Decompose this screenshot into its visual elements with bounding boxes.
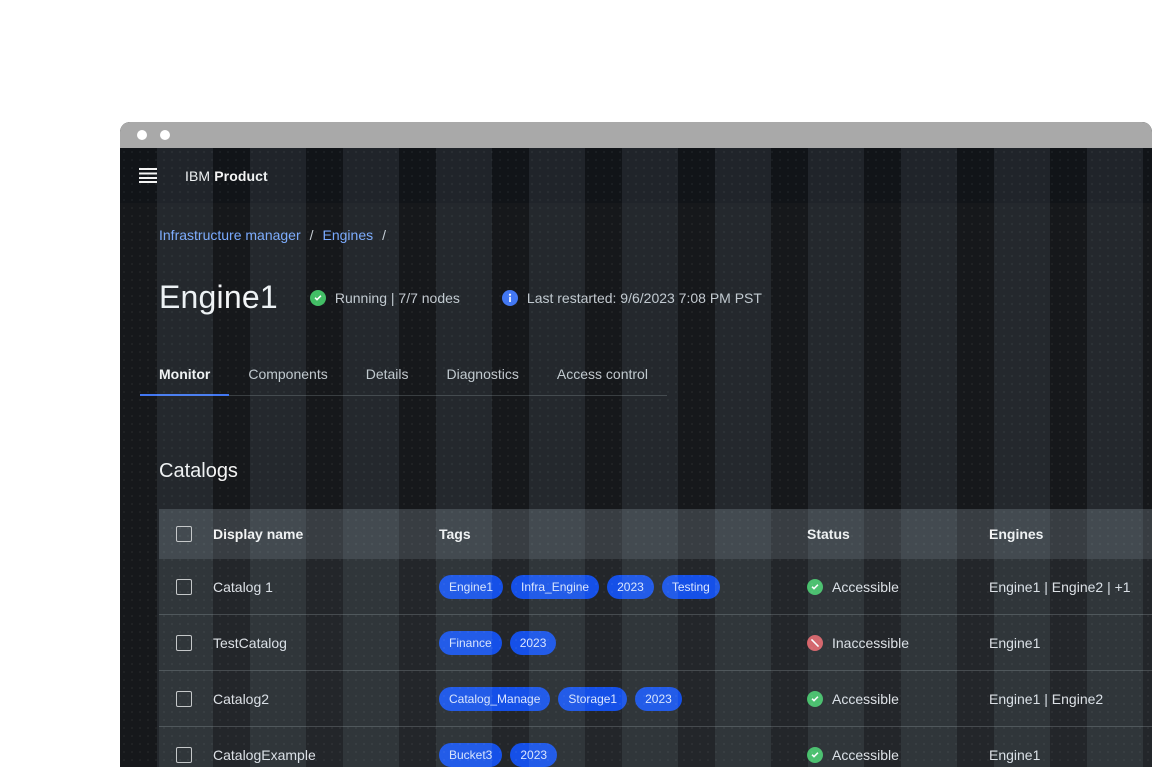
row-checkbox[interactable] xyxy=(176,690,192,707)
screenshot-canvas: IBM Product Infrastructure manager / Eng… xyxy=(0,0,1152,767)
app-brand: IBM Product xyxy=(185,168,268,184)
cell-display-name: Catalog 1 xyxy=(213,578,273,595)
cell-display-name: Catalog2 xyxy=(213,690,270,707)
table-row[interactable]: Catalog2 Catalog_Manage Storage1 2023 Ac… xyxy=(159,671,1152,727)
tag[interactable]: Storage1 xyxy=(558,686,628,711)
status-icon xyxy=(807,690,823,707)
app-header: IBM Product xyxy=(120,148,1152,203)
page-status-group: Running | 7/7 nodes Last restarted: 9/6/… xyxy=(309,289,762,306)
running-status: Running | 7/7 nodes xyxy=(309,289,460,306)
row-checkbox[interactable] xyxy=(176,634,192,651)
breadcrumb-item-engines[interactable]: Engines xyxy=(323,227,374,243)
status-label: Accessible xyxy=(832,578,899,595)
tag[interactable]: Bucket3 xyxy=(439,742,503,767)
cell-status: Inaccessible xyxy=(807,634,989,651)
status-icon xyxy=(807,634,823,651)
window-titlebar xyxy=(120,122,1152,148)
table-header-row: Display name Tags Status Engines xyxy=(159,509,1152,559)
last-restarted-label: Last restarted: 9/6/2023 7:08 PM PST xyxy=(526,289,762,306)
column-header-status[interactable]: Status xyxy=(807,526,989,542)
checkmark-filled-icon xyxy=(309,289,326,306)
catalogs-table: Display name Tags Status Engines Catalog… xyxy=(159,509,1152,767)
tab-monitor[interactable]: Monitor xyxy=(140,356,230,396)
column-header-tags[interactable]: Tags xyxy=(439,526,807,542)
cell-display-name: CatalogExample xyxy=(213,746,316,763)
column-header-display-name[interactable]: Display name xyxy=(213,526,439,542)
status-label: Accessible xyxy=(832,746,899,763)
table-row[interactable]: CatalogExample Bucket3 2023 Accessible E… xyxy=(159,727,1152,767)
last-restarted: Last restarted: 9/6/2023 7:08 PM PST xyxy=(501,289,762,306)
brand-name: Product xyxy=(214,167,268,184)
select-all-checkbox[interactable] xyxy=(176,526,192,542)
tab-components[interactable]: Components xyxy=(229,356,346,396)
window-control-dot[interactable] xyxy=(137,130,147,140)
breadcrumb-separator: / xyxy=(382,227,386,243)
cell-status: Accessible xyxy=(807,690,989,707)
menu-icon[interactable] xyxy=(139,168,157,183)
tag[interactable]: Engine1 xyxy=(439,574,504,599)
app-content: IBM Product Infrastructure manager / Eng… xyxy=(120,148,1152,767)
page-title: Engine1 xyxy=(159,279,278,315)
cell-engines: Engine1 xyxy=(989,746,1041,763)
tag[interactable]: 2023 xyxy=(509,630,557,655)
tag[interactable]: Catalog_Manage xyxy=(439,686,551,711)
cell-status: Accessible xyxy=(807,578,989,595)
cell-engines: Engine1 | Engine2 | +1 xyxy=(989,578,1131,595)
tab-bar: Monitor Components Details Diagnostics A… xyxy=(140,356,667,396)
table-row[interactable]: TestCatalog Finance 2023 Inaccessible En… xyxy=(159,615,1152,671)
window-control-dot[interactable] xyxy=(160,130,170,140)
status-icon xyxy=(807,578,823,595)
tag[interactable]: Finance xyxy=(439,630,502,655)
table-row[interactable]: Catalog 1 Engine1 Infra_Engine 2023 Test… xyxy=(159,559,1152,615)
cell-status: Accessible xyxy=(807,746,989,763)
status-icon xyxy=(807,746,823,763)
tab-diagnostics[interactable]: Diagnostics xyxy=(428,356,538,396)
cell-display-name: TestCatalog xyxy=(213,634,287,651)
status-label: Inaccessible xyxy=(832,634,910,651)
cell-engines: Engine1 xyxy=(989,634,1041,651)
column-header-engines[interactable]: Engines xyxy=(989,526,1152,542)
tag[interactable]: 2023 xyxy=(635,686,682,711)
cell-engines: Engine1 | Engine2 xyxy=(989,690,1104,707)
cell-tags: Catalog_Manage Storage1 2023 xyxy=(439,686,807,711)
running-status-label: Running | 7/7 nodes xyxy=(334,289,460,306)
catalogs-heading: Catalogs xyxy=(159,460,238,482)
breadcrumb-item-infrastructure-manager[interactable]: Infrastructure manager xyxy=(159,227,301,243)
row-checkbox[interactable] xyxy=(176,746,192,763)
tag[interactable]: 2023 xyxy=(510,742,558,767)
cell-tags: Engine1 Infra_Engine 2023 Testing xyxy=(439,574,807,599)
row-checkbox[interactable] xyxy=(176,578,192,595)
tag[interactable]: Infra_Engine xyxy=(511,574,600,599)
tab-details[interactable]: Details xyxy=(347,356,428,396)
brand-prefix: IBM xyxy=(185,167,211,184)
cell-tags: Finance 2023 xyxy=(439,630,807,655)
tag[interactable]: 2023 xyxy=(607,574,654,599)
app-window: IBM Product Infrastructure manager / Eng… xyxy=(120,122,1152,767)
breadcrumb-separator: / xyxy=(309,227,314,243)
status-label: Accessible xyxy=(832,690,899,707)
tag[interactable]: Testing xyxy=(661,574,720,599)
page-title-row: Engine1 Running | 7/7 nodes Last restart… xyxy=(159,279,1152,316)
breadcrumb: Infrastructure manager / Engines / xyxy=(159,227,1152,243)
info-icon[interactable] xyxy=(501,289,518,306)
tab-access-control[interactable]: Access control xyxy=(538,356,667,396)
cell-tags: Bucket3 2023 xyxy=(439,742,807,767)
